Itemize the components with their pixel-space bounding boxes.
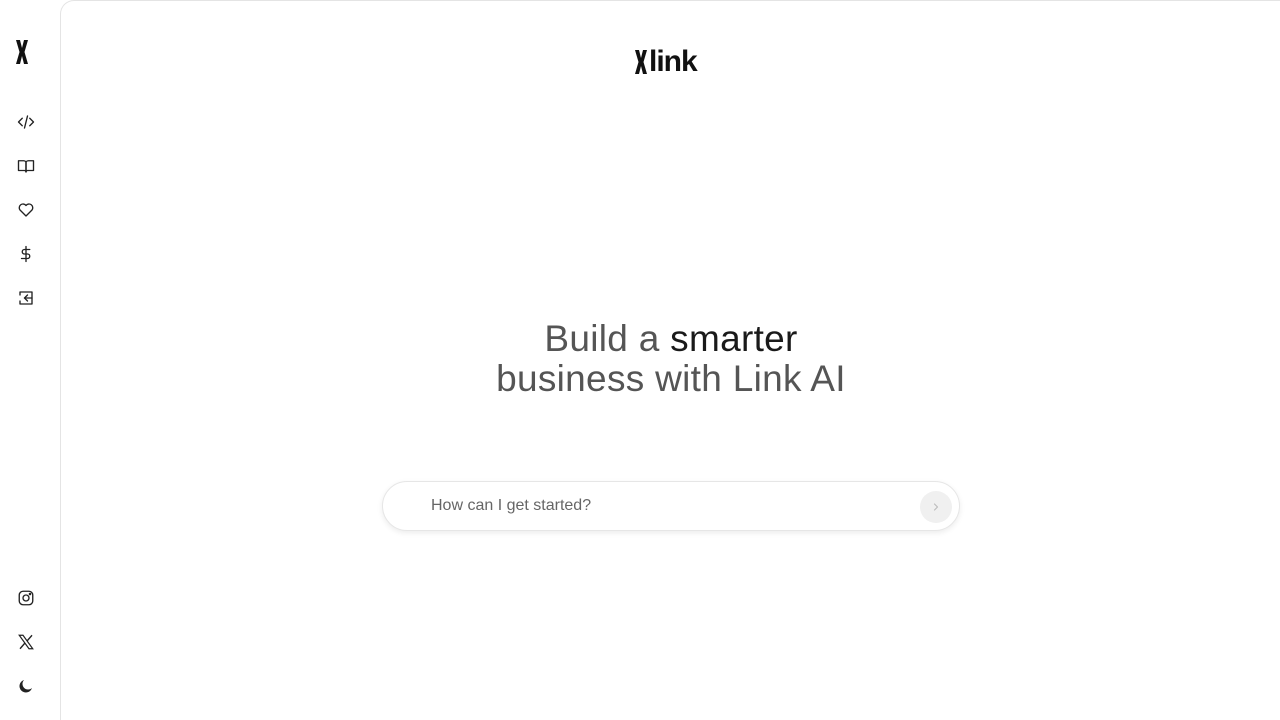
brand-name: link [649, 45, 698, 78]
book-icon [17, 160, 35, 173]
x-mark-logo-icon [16, 40, 28, 64]
chevron-right-icon [933, 503, 939, 511]
instagram-icon [18, 590, 34, 606]
dollar-icon [20, 245, 31, 263]
favorites-button[interactable] [10, 194, 42, 226]
sign-in-icon [19, 291, 33, 305]
x-twitter-link[interactable] [10, 626, 42, 658]
main-panel: link Build a smarter business with Link … [60, 0, 1280, 720]
pricing-button[interactable] [10, 238, 42, 270]
x-mark-logo [635, 50, 647, 74]
x-mark-logo[interactable] [11, 38, 33, 66]
hero-line2: business with Link AI [496, 358, 846, 399]
instagram-link[interactable] [10, 582, 42, 614]
theme-toggle[interactable] [10, 670, 42, 702]
hero-headline: Build a smarter business with Link AI [61, 319, 1280, 399]
sidebar [0, 0, 60, 720]
code-button[interactable] [10, 106, 42, 138]
hero-line1-accent: smarter [670, 318, 798, 359]
docs-button[interactable] [10, 150, 42, 182]
prompt-input[interactable] [431, 491, 901, 521]
send-button[interactable] [920, 491, 952, 523]
moon-icon [19, 680, 32, 693]
prompt-box [382, 481, 960, 531]
heart-icon [18, 203, 34, 217]
x-twitter-icon [18, 634, 34, 650]
sign-in-button[interactable] [10, 282, 42, 314]
hero-line1-prefix: Build a [544, 318, 671, 359]
code-icon [17, 115, 35, 129]
brand-logo[interactable]: link [634, 45, 698, 78]
